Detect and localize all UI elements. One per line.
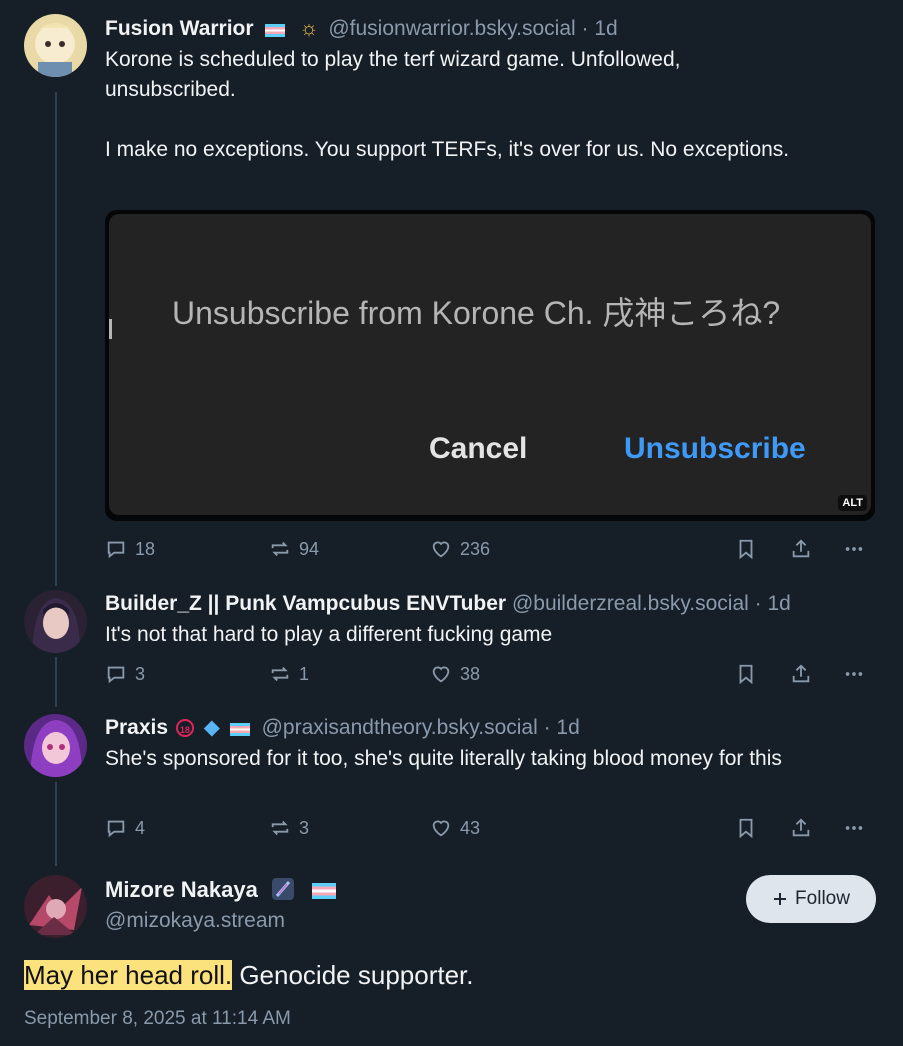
share-button[interactable] <box>790 817 812 839</box>
no-under-18-icon: 18 <box>175 719 194 737</box>
highlighted-text: May her head roll. <box>24 960 233 990</box>
plus-icon <box>774 893 787 905</box>
feather-icon <box>271 878 294 900</box>
thread-line <box>55 657 57 707</box>
avatar[interactable] <box>24 875 87 938</box>
post-time[interactable]: · 1d <box>582 17 618 40</box>
bookmark-button[interactable] <box>735 817 757 839</box>
repost-count: 1 <box>299 663 310 684</box>
dialog-cancel-text: Cancel <box>429 432 528 465</box>
post-text: She's sponsored for it too, she's quite … <box>105 747 782 770</box>
bookmark-icon <box>739 818 753 839</box>
more-options-button[interactable] <box>843 538 865 560</box>
repost-icon <box>271 666 289 682</box>
main-post-header: Mizore Nakaya @mizokaya.stream <box>105 877 337 933</box>
repost-button[interactable]: 94 <box>269 538 319 560</box>
heart-icon <box>432 820 450 837</box>
reply-count: 3 <box>135 663 146 684</box>
post-paragraph: Korone is scheduled to play the terf wiz… <box>105 48 681 101</box>
author-handle[interactable]: @praxisandtheory.bsky.social <box>262 716 538 739</box>
post-header: Praxis 18 ◆ @praxisandtheory.bsky.social… <box>105 715 879 741</box>
thread-line <box>55 782 57 866</box>
share-button[interactable] <box>790 538 812 560</box>
post-paragraph: I make no exceptions. You support TERFs,… <box>105 138 790 161</box>
like-count: 236 <box>460 538 491 559</box>
screenshot-dialog: Unsubscribe from Korone Ch. 戌神ころね? Cance… <box>109 214 871 515</box>
like-button[interactable]: 43 <box>430 817 480 839</box>
post-fusion-warrior: Fusion Warrior ☼ @fusionwarrior.bsky.soc… <box>105 16 879 560</box>
author-name[interactable]: Mizore Nakaya <box>105 877 258 902</box>
main-post-text: May her head roll. Genocide supporter. <box>24 957 474 993</box>
alt-badge[interactable]: ALT <box>838 495 867 511</box>
repost-button[interactable]: 1 <box>269 663 309 685</box>
post-actions: 4 3 43 <box>105 817 879 843</box>
author-name[interactable]: Praxis <box>105 716 168 739</box>
like-button[interactable]: 236 <box>430 538 490 560</box>
gem-icon: ◆ <box>203 716 220 739</box>
author-name[interactable]: Fusion Warrior <box>105 17 254 40</box>
heart-icon <box>432 541 450 558</box>
more-icon <box>845 547 863 551</box>
bookmark-button[interactable] <box>735 663 757 685</box>
reply-button[interactable]: 4 <box>105 817 145 839</box>
follow-button[interactable]: Follow <box>746 875 876 923</box>
image-embed[interactable]: Unsubscribe from Korone Ch. 戌神ころね? Cance… <box>105 210 875 521</box>
post-header: Builder_Z || Punk Vampcubus ENVTuber @bu… <box>105 591 879 617</box>
post-actions: 18 94 236 <box>105 538 879 564</box>
bookmark-icon <box>739 539 753 560</box>
post-time[interactable]: · 1d <box>544 716 580 739</box>
avatar[interactable] <box>24 714 87 777</box>
more-options-button[interactable] <box>843 663 865 685</box>
cropped-edge <box>109 319 112 339</box>
repost-icon <box>271 820 289 836</box>
like-button[interactable]: 38 <box>430 663 480 685</box>
dialog-title: Unsubscribe from Korone Ch. 戌神ころね? <box>172 295 781 331</box>
reply-count: 18 <box>135 538 156 559</box>
thread-line <box>55 92 57 586</box>
more-options-button[interactable] <box>843 817 865 839</box>
avatar[interactable] <box>24 14 87 77</box>
sun-icon: ☼ <box>299 17 319 40</box>
post-actions: 3 1 38 <box>105 663 879 689</box>
reply-count: 4 <box>135 817 146 838</box>
reply-button[interactable]: 18 <box>105 538 155 560</box>
reply-icon <box>107 666 125 684</box>
trans-flag-icon <box>265 18 286 37</box>
bookmark-button[interactable] <box>735 538 757 560</box>
follow-label: Follow <box>795 888 850 909</box>
post-text: It's not that hard to play a different f… <box>105 623 553 646</box>
author-handle[interactable]: @mizokaya.stream <box>105 909 336 933</box>
trans-flag-icon <box>312 879 337 899</box>
post-text: Genocide supporter. <box>232 960 474 990</box>
repost-button[interactable]: 3 <box>269 817 309 839</box>
author-name[interactable]: Builder_Z || Punk Vampcubus ENVTuber <box>105 592 506 615</box>
post-builder-z: Builder_Z || Punk Vampcubus ENVTuber @bu… <box>105 591 879 685</box>
reply-button[interactable]: 3 <box>105 663 145 685</box>
reply-icon <box>107 820 125 838</box>
repost-count: 3 <box>299 817 310 838</box>
share-icon <box>792 818 810 837</box>
more-icon <box>845 826 863 830</box>
like-count: 43 <box>460 817 481 838</box>
share-icon <box>792 539 810 558</box>
post-time[interactable]: · 1d <box>755 592 791 615</box>
bookmark-icon <box>739 664 753 685</box>
repost-icon <box>271 541 289 557</box>
share-icon <box>792 664 810 683</box>
author-handle[interactable]: @builderzreal.bsky.social <box>512 592 749 615</box>
dialog-unsubscribe-text: Unsubscribe <box>624 432 806 465</box>
post-header: Fusion Warrior ☼ @fusionwarrior.bsky.soc… <box>105 16 879 42</box>
like-count: 38 <box>460 663 481 684</box>
post-timestamp[interactable]: September 8, 2025 at 11:14 AM <box>24 1008 291 1030</box>
avatar[interactable] <box>24 590 87 653</box>
reply-icon <box>107 541 125 559</box>
author-handle[interactable]: @fusionwarrior.bsky.social <box>328 17 575 40</box>
heart-icon <box>432 666 450 683</box>
trans-flag-icon <box>229 717 250 736</box>
post-praxis: Praxis 18 ◆ @praxisandtheory.bsky.social… <box>105 715 879 839</box>
more-icon <box>845 672 863 676</box>
share-button[interactable] <box>790 663 812 685</box>
post-text: Korone is scheduled to play the terf wiz… <box>105 45 805 165</box>
repost-count: 94 <box>299 538 320 559</box>
